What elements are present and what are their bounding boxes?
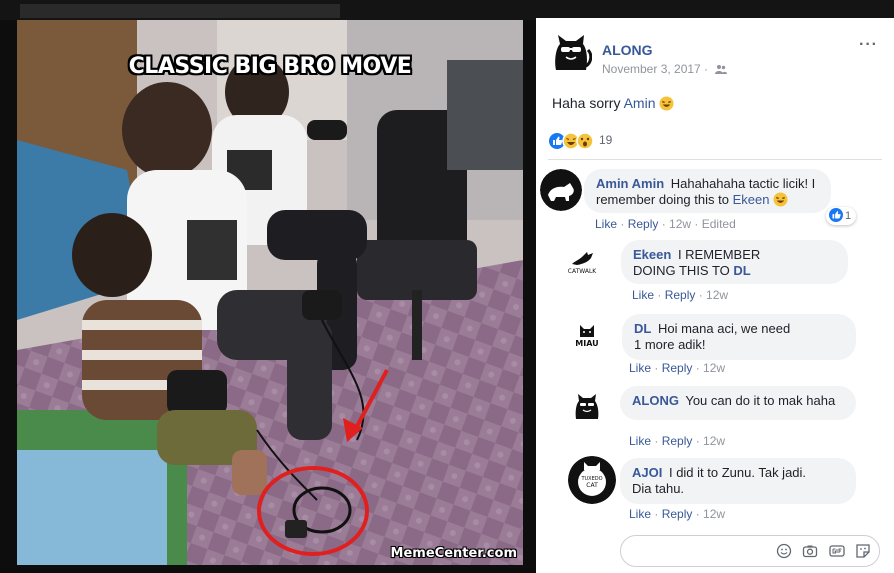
catwalk-logo-text: CATWALK	[568, 268, 598, 275]
post-mention-amin[interactable]: Amin	[624, 95, 656, 111]
reaction-icons	[549, 132, 594, 150]
post-text-body: Haha sorry	[552, 95, 624, 111]
post-photo[interactable]: CLASSIC BIG BRO MOVE MemeCenter.com	[17, 20, 523, 565]
dl-avatar[interactable]: MIAU	[566, 315, 608, 357]
post-panel: ALONG November 3, 2017 · ··· Haha sorry …	[536, 18, 894, 573]
comment-author[interactable]: AJOI	[632, 465, 662, 480]
laughing-emoji	[773, 192, 788, 207]
edited-label[interactable]: Edited	[702, 217, 736, 231]
reply-link[interactable]: Reply	[662, 507, 693, 521]
like-link[interactable]: Like	[629, 507, 651, 521]
like-count: 1	[845, 210, 852, 222]
along-cat-avatar[interactable]	[550, 32, 593, 74]
cat-icon	[555, 35, 593, 70]
comment-bubble-ekeen: Ekeen I REMEMBER DOING THIS TO DL	[621, 240, 848, 284]
comment-actions: Like · Reply · 12w	[629, 361, 726, 375]
comment-actions: Like · Reply · 12w · Edited	[595, 217, 736, 231]
amin-avatar[interactable]	[540, 169, 582, 211]
reply-link[interactable]: Reply	[662, 434, 693, 448]
comment-author[interactable]: Ekeen	[633, 247, 671, 262]
wow-reaction-icon	[576, 132, 594, 150]
comment-text: Dia tahu.	[632, 481, 685, 496]
ajoi-avatar[interactable]: TUXEDO CAT	[568, 456, 616, 504]
mention-dl[interactable]: DL	[733, 263, 750, 278]
top-bar	[0, 0, 894, 20]
reply-link[interactable]: Reply	[665, 288, 696, 302]
sticker-icon[interactable]	[855, 543, 871, 559]
reactions-summary[interactable]: 19	[548, 132, 612, 150]
along-avatar[interactable]	[566, 385, 608, 427]
comment-input-box[interactable]	[620, 535, 880, 567]
miau-logo-text: MIAU	[575, 339, 598, 348]
comment-input[interactable]	[631, 542, 771, 560]
post-text: Haha sorry Amin	[552, 95, 674, 111]
comment-time[interactable]: 12w	[706, 288, 728, 302]
tuxedo-cat-text-b: CAT	[586, 482, 598, 489]
reply-link[interactable]: Reply	[628, 217, 659, 231]
smiley-icon[interactable]	[776, 543, 792, 559]
divider	[548, 159, 882, 160]
comment-text: Hahahahaha tactic licik! I	[670, 176, 816, 191]
like-link[interactable]: Like	[629, 361, 651, 375]
screen: CLASSIC BIG BRO MOVE MemeCenter.com ALON…	[0, 0, 894, 573]
comment-text: 1 more adik!	[634, 337, 706, 352]
reaction-count: 19	[599, 133, 613, 147]
people-icon	[715, 63, 728, 77]
like-link[interactable]: Like	[632, 288, 654, 302]
cat-silhouette-icon	[540, 169, 582, 211]
comment-text: You can do it to mak haha	[685, 393, 836, 408]
comment-actions: Like · Reply · 12w	[629, 507, 726, 521]
comment-actions: Like · Reply · 12w	[629, 434, 726, 448]
comment-text: DOING THIS TO	[633, 263, 734, 278]
comment-author[interactable]: Amin Amin	[596, 176, 664, 191]
mention-ekeen[interactable]: Ekeen	[733, 192, 770, 207]
comment-bubble-ajoi: AJOI I did it to Zunu. Tak jadi. Dia tah…	[620, 458, 856, 504]
reply-link[interactable]: Reply	[662, 361, 693, 375]
comment-time[interactable]: 12w	[703, 434, 725, 448]
post-date[interactable]: November 3, 2017 ·	[602, 62, 728, 77]
watermark: MemeCenter.com	[390, 546, 517, 561]
laughing-emoji	[659, 96, 674, 111]
comment-time[interactable]: 12w	[703, 361, 725, 375]
photo-illustration	[17, 20, 523, 565]
gif-icon[interactable]	[828, 543, 845, 559]
comment-text: Hoi mana aci, we need	[657, 321, 791, 336]
like-reaction-icon	[829, 208, 843, 222]
comment-time[interactable]: 12w	[669, 217, 691, 231]
ekeen-avatar[interactable]: CATWALK	[561, 240, 603, 282]
comment-bubble-dl: DL Hoi mana aci, we need 1 more adik!	[622, 314, 856, 360]
comment-like-count[interactable]: 1	[826, 207, 857, 225]
comment-actions: Like · Reply · 12w	[632, 288, 729, 302]
search-bar[interactable]	[20, 4, 340, 18]
post-header: ALONG November 3, 2017 · ···	[550, 32, 880, 92]
comment-author[interactable]: ALONG	[632, 393, 679, 408]
cat-icon	[566, 385, 608, 427]
more-options-icon[interactable]: ···	[859, 36, 878, 54]
like-link[interactable]: Like	[595, 217, 617, 231]
meme-caption: CLASSIC BIG BRO MOVE	[128, 54, 412, 79]
comment-bubble-along: ALONG You can do it to mak haha	[620, 386, 856, 420]
post-date-text: November 3, 2017 ·	[602, 62, 709, 76]
input-icons	[770, 543, 871, 561]
camera-icon[interactable]	[802, 543, 818, 559]
comment-text: I REMEMBER	[677, 247, 761, 262]
comment-text: I did it to Zunu. Tak jadi.	[668, 465, 807, 480]
post-author[interactable]: ALONG	[602, 42, 653, 58]
tuxedo-cat-logo-icon: TUXEDOCAT	[568, 456, 616, 504]
comment-time[interactable]: 12w	[703, 507, 725, 521]
comment-bubble-amin: Amin Amin Hahahahaha tactic licik! I rem…	[584, 169, 831, 213]
catwalk-logo-icon: CATWALK	[561, 240, 603, 282]
like-link[interactable]: Like	[629, 434, 651, 448]
comment-author[interactable]: DL	[634, 321, 651, 336]
comment-text: remember doing this to	[596, 192, 733, 207]
miau-logo-icon: MIAU	[566, 315, 608, 357]
